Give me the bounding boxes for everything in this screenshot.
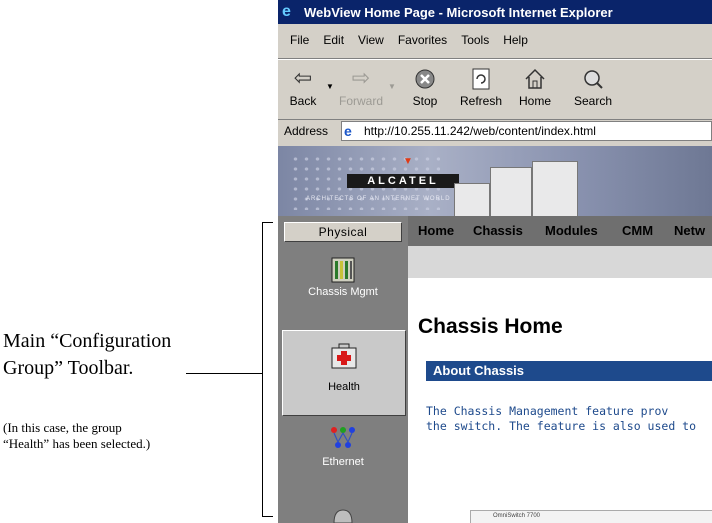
- group-chassis-mgmt-label: Chassis Mgmt: [308, 286, 378, 298]
- next-group-icon[interactable]: [330, 506, 356, 523]
- home-label: Home: [518, 94, 551, 108]
- home-icon: [510, 62, 560, 94]
- address-label: Address: [284, 124, 329, 138]
- back-label: Back: [289, 94, 317, 108]
- menu-help[interactable]: Help: [503, 33, 528, 53]
- stop-label: Stop: [412, 94, 438, 108]
- group-chassis-mgmt[interactable]: Chassis Mgmt: [282, 252, 404, 318]
- menu-tools[interactable]: Tools: [461, 33, 489, 53]
- group-health-label: Health: [328, 381, 360, 393]
- nav-chassis[interactable]: Chassis: [473, 223, 523, 238]
- chassis-thumbnail-caption: OmniSwitch 7700: [493, 513, 541, 519]
- banner-red-mark-icon: ▼: [403, 156, 413, 167]
- back-arrow-icon: ⇦: [293, 65, 313, 90]
- nav-cmm[interactable]: CMM: [622, 223, 653, 238]
- description-line2: the switch. The feature is also used to: [426, 419, 697, 433]
- group-health[interactable]: Health: [282, 330, 406, 416]
- refresh-label: Refresh: [459, 94, 503, 108]
- back-dropdown-icon[interactable]: ▼: [326, 82, 334, 91]
- chassis-mgmt-icon: [331, 257, 355, 283]
- menu-file[interactable]: File: [290, 33, 309, 53]
- section-header: About Chassis: [426, 361, 712, 381]
- standard-toolbar: ⇦ Back ▼ ⇨ Forward ▼ Stop Refresh Home S…: [278, 62, 712, 118]
- top-navigation: Home Chassis Modules CMM Netw: [408, 216, 712, 246]
- ethernet-icon: [331, 427, 355, 448]
- forward-button[interactable]: ⇨ Forward: [336, 62, 386, 116]
- title-bar: e WebView Home Page - Microsoft Internet…: [278, 0, 712, 24]
- page-icon: e: [344, 123, 352, 139]
- search-label: Search: [573, 94, 613, 108]
- chassis-thumbnail[interactable]: OmniSwitch 7700: [470, 510, 712, 523]
- annotation-main-label: Main “Configuration Group” Toolbar.: [3, 328, 171, 382]
- menu-bar: File Edit View Favorites Tools Help: [278, 33, 712, 53]
- sub-navigation-strip: [408, 246, 712, 278]
- forward-label: Forward: [338, 94, 383, 108]
- menu-view[interactable]: View: [358, 33, 384, 53]
- nav-home[interactable]: Home: [418, 223, 454, 238]
- group-ethernet[interactable]: Ethernet: [282, 422, 404, 488]
- browser-window: e WebView Home Page - Microsoft Internet…: [278, 0, 712, 523]
- forward-dropdown-icon[interactable]: ▼: [388, 82, 396, 91]
- configuration-group-toolbar: Physical Chassis Mgmt Health Ethernet: [278, 216, 408, 523]
- annotation-note-line2: “Health” has been selected.): [3, 436, 151, 451]
- window-title: WebView Home Page - Microsoft Internet E…: [304, 4, 613, 20]
- nav-network[interactable]: Netw: [674, 223, 705, 238]
- refresh-button[interactable]: Refresh: [456, 62, 506, 116]
- stop-button[interactable]: Stop: [400, 62, 450, 116]
- banner-tagline: ARCHITECTS OF AN INTERNET WORLD: [306, 196, 451, 202]
- annotation-main-line1: Main “Configuration: [3, 330, 172, 352]
- address-bar: Address e http://10.255.11.242/web/conten…: [278, 119, 712, 144]
- stop-icon: [400, 62, 450, 94]
- health-kit-icon: [331, 343, 357, 369]
- menu-separator: [278, 58, 712, 60]
- physical-button[interactable]: Physical: [284, 222, 402, 242]
- annotation-main-line2: Group” Toolbar.: [3, 357, 134, 379]
- alcatel-banner: ▼ ALCATEL ARCHITECTS OF AN INTERNET WORL…: [278, 146, 712, 216]
- address-input[interactable]: e http://10.255.11.242/web/content/index.…: [341, 121, 712, 141]
- annotation-pointer-line: [186, 373, 262, 374]
- forward-arrow-icon: ⇨: [351, 65, 371, 90]
- ie-logo-icon: e: [282, 3, 291, 20]
- alcatel-logo: ALCATEL: [347, 174, 459, 188]
- description-line1: The Chassis Management feature prov: [426, 404, 669, 418]
- group-ethernet-label: Ethernet: [322, 456, 364, 468]
- menu-edit[interactable]: Edit: [323, 33, 344, 53]
- section-description: The Chassis Management feature prov the …: [426, 404, 712, 434]
- page-title: Chassis Home: [418, 315, 563, 338]
- home-button[interactable]: Home: [510, 62, 560, 116]
- main-content: Chassis Home About Chassis The Chassis M…: [408, 278, 712, 523]
- menu-favorites[interactable]: Favorites: [398, 33, 447, 53]
- annotation-note: (In this case, the group “Health” has be…: [3, 420, 253, 452]
- address-url: http://10.255.11.242/web/content/index.h…: [364, 124, 596, 138]
- annotation-bracket: [262, 222, 273, 517]
- chassis-illustration-icon: [454, 161, 594, 216]
- refresh-icon: [456, 62, 506, 94]
- search-icon: [568, 62, 618, 94]
- back-button[interactable]: ⇦ Back: [278, 62, 328, 116]
- search-button[interactable]: Search: [568, 62, 618, 116]
- nav-modules[interactable]: Modules: [545, 223, 598, 238]
- annotation-note-line1: (In this case, the group: [3, 420, 122, 435]
